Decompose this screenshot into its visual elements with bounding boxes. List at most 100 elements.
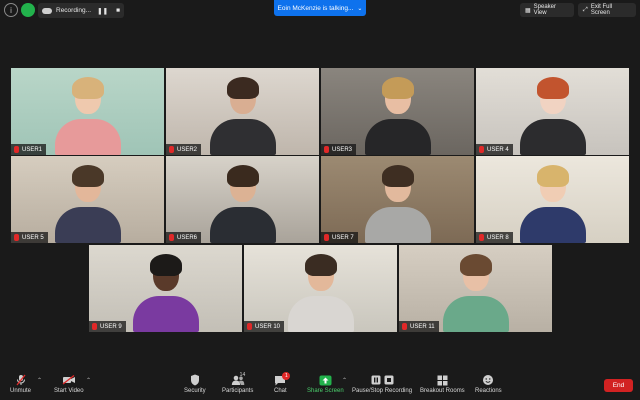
participant-video-tile[interactable]: USER 7 bbox=[321, 156, 474, 243]
participant-hair bbox=[71, 165, 104, 187]
participant-video-tile[interactable]: USER 5 bbox=[11, 156, 164, 243]
start-video-button[interactable]: Start Video bbox=[54, 374, 84, 394]
audio-options-caret[interactable]: ⌃ bbox=[37, 377, 42, 384]
participant-video-tile[interactable]: USER 10 bbox=[244, 245, 397, 332]
share-screen-label: Share Screen bbox=[307, 388, 344, 394]
breakout-rooms-button[interactable]: Breakout Rooms bbox=[420, 374, 465, 394]
participants-button[interactable]: 14 Participants bbox=[222, 372, 254, 394]
participant-torso bbox=[209, 119, 276, 155]
participant-hair bbox=[226, 77, 259, 99]
participant-torso bbox=[209, 207, 276, 243]
participant-name-tag: USER 4 bbox=[476, 144, 513, 155]
muted-mic-icon bbox=[402, 323, 407, 330]
participant-torso bbox=[132, 296, 199, 332]
participant-name-tag: USER 9 bbox=[89, 321, 126, 332]
zoom-info-icon[interactable]: i bbox=[4, 3, 18, 17]
reactions-button[interactable]: Reactions bbox=[475, 374, 502, 394]
participant-hair bbox=[536, 77, 569, 99]
participant-name: USER3 bbox=[332, 146, 353, 153]
active-speaker-banner[interactable]: Eoin McKenzie is talking... ⌄ bbox=[274, 0, 366, 16]
participant-hair bbox=[536, 165, 569, 187]
speaker-view-label: Speaker View bbox=[533, 4, 557, 16]
smiley-face-icon bbox=[482, 374, 494, 386]
breakout-rooms-label: Breakout Rooms bbox=[420, 388, 465, 394]
share-screen-icon bbox=[319, 374, 332, 386]
participant-silhouette bbox=[363, 73, 433, 155]
start-video-label: Start Video bbox=[54, 388, 84, 394]
participant-silhouette bbox=[518, 161, 588, 243]
unmute-label: Unmute bbox=[10, 388, 32, 394]
participant-name: USER6 bbox=[177, 234, 198, 241]
participants-count: 14 bbox=[239, 372, 246, 378]
muted-mic-icon bbox=[324, 146, 329, 153]
reactions-label: Reactions bbox=[475, 388, 502, 394]
participant-video-tile[interactable]: USER 4 bbox=[476, 68, 629, 155]
participant-name-tag: USER3 bbox=[321, 144, 357, 155]
end-label: End bbox=[612, 382, 625, 389]
participant-torso bbox=[54, 207, 121, 243]
video-options-caret[interactable]: ⌃ bbox=[86, 377, 91, 384]
active-speaker-text: Eoin McKenzie is talking... bbox=[277, 4, 354, 12]
participant-name: USER 11 bbox=[410, 323, 435, 330]
participant-name: USER 5 bbox=[22, 234, 44, 241]
participant-name: USER 7 bbox=[332, 234, 354, 241]
participant-video-tile[interactable]: USER6 bbox=[166, 156, 319, 243]
grid-view-icon: ▦ bbox=[525, 7, 531, 14]
pause-stop-recording-button[interactable]: Pause/Stop Recording bbox=[352, 374, 412, 394]
participant-video-tile[interactable]: USER 9 bbox=[89, 245, 242, 332]
muted-mic-icon bbox=[14, 234, 19, 241]
participant-video-tile[interactable]: USER 8 bbox=[476, 156, 629, 243]
participant-name: USER 4 bbox=[487, 146, 509, 153]
participant-hair bbox=[226, 165, 259, 187]
chat-unread-badge: 1 bbox=[282, 372, 291, 380]
share-screen-button[interactable]: Share Screen bbox=[307, 374, 344, 394]
recording-label: Recording... bbox=[56, 7, 92, 14]
participant-torso bbox=[364, 119, 431, 155]
shield-icon bbox=[190, 374, 200, 386]
end-meeting-button[interactable]: End bbox=[604, 379, 633, 392]
muted-mic-icon bbox=[169, 234, 174, 241]
chevron-down-icon: ⌄ bbox=[357, 5, 363, 12]
encryption-shield-icon[interactable] bbox=[21, 3, 35, 17]
muted-mic-icon bbox=[247, 323, 252, 330]
participant-video-tile[interactable]: USER2 bbox=[166, 68, 319, 155]
stop-recording-icon[interactable]: ■ bbox=[116, 7, 120, 14]
participant-hair bbox=[149, 254, 182, 276]
muted-microphone-icon bbox=[15, 374, 26, 386]
participant-silhouette bbox=[286, 250, 356, 332]
participant-silhouette bbox=[363, 161, 433, 243]
recording-indicator: Recording... ❚❚ ■ bbox=[38, 3, 124, 18]
speaker-view-button[interactable]: ▦ Speaker View bbox=[520, 3, 574, 17]
exit-full-screen-label: Exit Full Screen bbox=[590, 4, 613, 16]
participant-silhouette bbox=[208, 73, 278, 155]
participant-silhouette bbox=[441, 250, 511, 332]
participant-silhouette bbox=[208, 161, 278, 243]
chat-bubble-icon: 1 bbox=[274, 372, 291, 386]
participant-hair bbox=[304, 254, 337, 276]
participant-name-tag: USER 10 bbox=[244, 321, 285, 332]
participant-name-tag: USER 5 bbox=[11, 232, 48, 243]
chat-button[interactable]: 1 Chat bbox=[274, 372, 291, 394]
participant-torso bbox=[519, 207, 586, 243]
participant-silhouette bbox=[518, 73, 588, 155]
participant-video-tile[interactable]: USER 11 bbox=[399, 245, 552, 332]
chat-label: Chat bbox=[274, 388, 287, 394]
participant-silhouette bbox=[131, 250, 201, 332]
participant-name-tag: USER2 bbox=[166, 144, 202, 155]
pause-recording-icon[interactable]: ❚❚ bbox=[97, 7, 108, 15]
muted-mic-icon bbox=[92, 323, 97, 330]
muted-mic-icon bbox=[479, 234, 484, 241]
exit-full-screen-button[interactable]: ⤢ Exit Full Screen bbox=[578, 3, 636, 17]
share-options-caret[interactable]: ⌃ bbox=[342, 377, 347, 384]
video-off-icon bbox=[62, 374, 76, 386]
participant-name: USER 9 bbox=[100, 323, 122, 330]
participant-name: USER 8 bbox=[487, 234, 509, 241]
participant-torso bbox=[364, 207, 431, 243]
participant-silhouette bbox=[53, 73, 123, 155]
participant-video-tile[interactable]: USER3 bbox=[321, 68, 474, 155]
breakout-rooms-icon bbox=[437, 374, 448, 386]
participants-label: Participants bbox=[222, 388, 254, 394]
security-button[interactable]: Security bbox=[184, 374, 206, 394]
participant-video-tile[interactable]: USER1 bbox=[11, 68, 164, 155]
unmute-button[interactable]: Unmute bbox=[10, 374, 31, 394]
